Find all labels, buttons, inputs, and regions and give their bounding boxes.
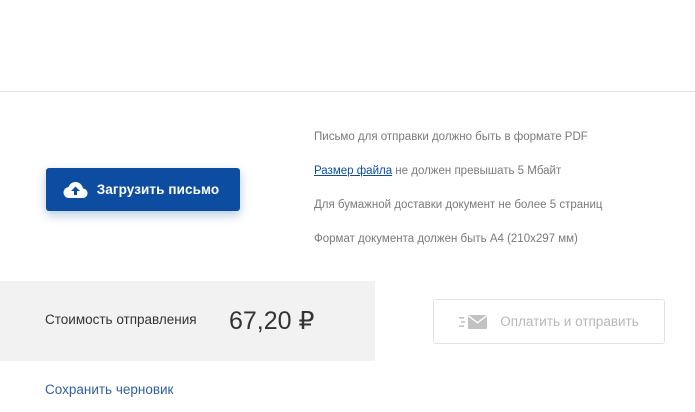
divider [0, 91, 695, 92]
pay-and-send-button[interactable]: Оплатить и отправить [433, 299, 665, 344]
upload-letter-label: Загрузить письмо [96, 182, 220, 197]
upload-letter-button[interactable]: Загрузить письмо [46, 168, 240, 211]
save-draft-link[interactable]: Сохранить черновик [45, 382, 173, 397]
requirement-paper: Формат документа должен быть А4 (210х297… [314, 233, 578, 245]
cost-label: Стоимость отправления [45, 312, 197, 327]
requirement-size-text: не должен превышать 5 Мбайт [392, 165, 562, 177]
page: Загрузить письмо Письмо для отправки дол… [0, 0, 695, 412]
requirement-pages: Для бумажной доставки документ не более … [314, 199, 603, 211]
cost-value: 67,20 ₽ [229, 307, 315, 335]
requirement-format: Письмо для отправки должно быть в формат… [314, 131, 588, 143]
pay-and-send-label: Оплатить и отправить [500, 314, 639, 329]
cloud-upload-icon [63, 181, 88, 199]
envelope-send-icon [459, 314, 488, 330]
cost-panel: Стоимость отправления 67,20 ₽ [0, 281, 375, 361]
file-size-link[interactable]: Размер файла [314, 165, 392, 177]
requirement-size: Размер файла не должен превышать 5 Мбайт [314, 164, 684, 178]
top-area [0, 0, 695, 91]
file-requirements: Письмо для отправки должно быть в формат… [314, 130, 684, 266]
